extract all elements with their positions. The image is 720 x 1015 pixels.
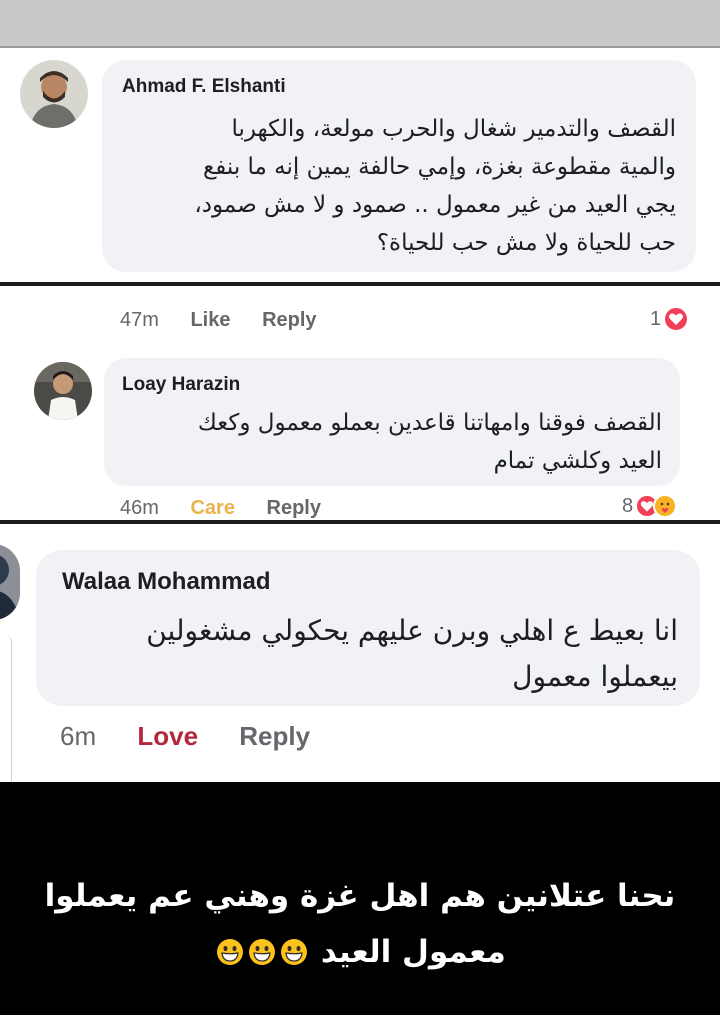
reaction-count: 1 <box>650 307 662 330</box>
comment-text-line: بيعملوا معمول <box>512 660 678 693</box>
avatar[interactable] <box>0 544 20 620</box>
avatar[interactable] <box>34 362 92 420</box>
comment-text-line: انا بعيط ع اهلي وبرن عليهم يحكولي مشغولي… <box>146 614 678 647</box>
reaction-summary[interactable]: 8 <box>622 494 678 518</box>
grinning-face-emoji-icon <box>216 928 244 965</box>
care-reaction-icon <box>653 494 678 518</box>
avatar[interactable] <box>20 60 88 128</box>
comment-text-line: القصف والتدمير شغال والحرب مولعة، والكهر… <box>231 116 676 142</box>
reply-button[interactable]: Reply <box>267 496 321 520</box>
comment-ahmad: Ahmad F. Elshanti القصف والتدمير شغال وا… <box>0 50 720 282</box>
comment-author[interactable]: Loay Harazin <box>122 374 240 396</box>
comment-author[interactable]: Walaa Mohammad <box>62 568 271 596</box>
comment-time: 46m <box>120 497 159 519</box>
comment-text: القصف والتدمير شغال والحرب مولعة، والكهر… <box>120 110 676 262</box>
comment-text-line: العيد وكلشي تمام <box>493 448 662 474</box>
comment-time: 47m <box>120 309 159 331</box>
comment-text: القصف فوقنا وامهاتنا قاعدين بعملو معمول … <box>122 404 662 480</box>
comment-text-line: حب للحياة ولا مش حب للحياة؟ <box>376 230 676 256</box>
comment-bubble: Walaa Mohammad انا بعيط ع اهلي وبرن عليه… <box>36 550 700 706</box>
comment-text-line: يجي العيد من غير معمول .. صمود و لا مش ص… <box>194 192 676 218</box>
reaction-count: 8 <box>622 494 634 517</box>
reply-button[interactable]: Reply <box>239 720 310 752</box>
comment-loay: 47m Like Reply 1 Loay Harazin القصف فوقن… <box>0 286 720 520</box>
top-gray-bar <box>0 0 720 48</box>
reaction-summary[interactable]: 1 <box>650 306 690 332</box>
story-caption-area: نحنا عتلانين هم اهل غزة وهني عم يعملوا م… <box>0 782 720 1015</box>
comment-bubble: Loay Harazin القصف فوقنا وامهاتنا قاعدين… <box>104 358 680 486</box>
caption-text: نحنا عتلانين هم اهل غزة وهني عم يعملوا م… <box>44 878 676 970</box>
comment-text-line: القصف فوقنا وامهاتنا قاعدين بعملو معمول … <box>197 410 662 436</box>
comment-actions: 46m Care Reply <box>120 496 321 520</box>
comment-time: 6m <box>60 721 97 751</box>
story-caption: نحنا عتلانين هم اهل غزة وهني عم يعملوا م… <box>20 868 700 980</box>
love-button[interactable]: Love <box>137 720 198 752</box>
comment-author[interactable]: Ahmad F. Elshanti <box>122 76 286 98</box>
grinning-face-emoji-icon <box>248 928 276 965</box>
grinning-face-emoji-icon <box>280 928 308 965</box>
care-button[interactable]: Care <box>190 496 234 520</box>
comment-text-line: والمية مقطوعة بغزة، وإمي حالفة يمين إنه … <box>203 154 676 180</box>
comment-actions: 47m Like Reply <box>120 306 317 334</box>
comment-walaa: Walaa Mohammad انا بعيط ع اهلي وبرن عليه… <box>0 524 720 782</box>
love-reaction-icon <box>663 306 690 332</box>
comment-bubble: Ahmad F. Elshanti القصف والتدمير شغال وا… <box>102 60 696 272</box>
comment-actions: 6m Love Reply <box>60 720 310 752</box>
comment-text: انا بعيط ع اهلي وبرن عليهم يحكولي مشغولي… <box>58 608 678 700</box>
reply-button[interactable]: Reply <box>262 306 316 334</box>
like-button[interactable]: Like <box>190 306 230 334</box>
